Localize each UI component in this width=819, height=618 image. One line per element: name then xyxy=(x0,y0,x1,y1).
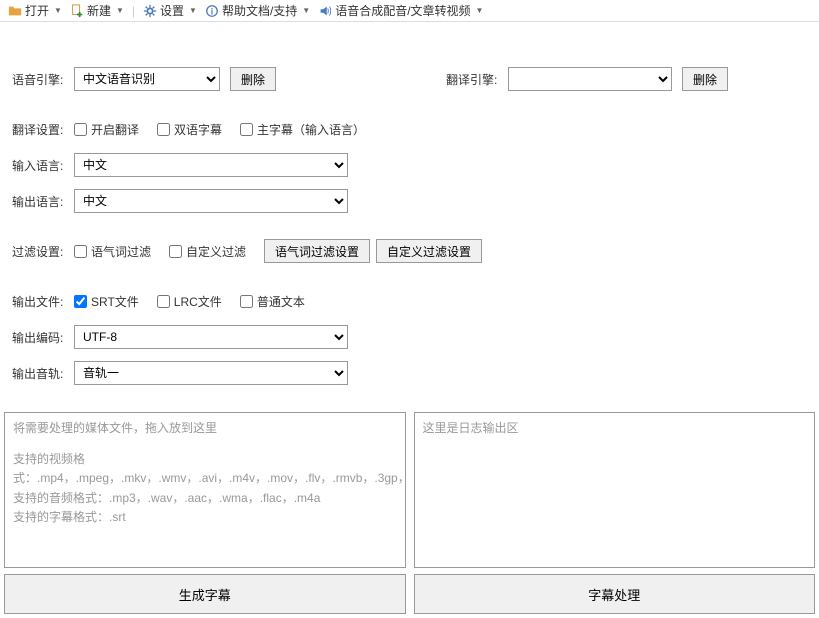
audio-formats: 支持的音频格式：.mp3，.wav，.aac，.wma，.flac，.m4a xyxy=(13,489,397,508)
toolbar-open[interactable]: 打开 ▼ xyxy=(6,2,64,19)
separator: | xyxy=(132,4,135,18)
new-file-icon xyxy=(70,4,84,18)
chevron-down-icon: ▼ xyxy=(302,6,310,15)
output-enc-select[interactable]: UTF-8 xyxy=(74,325,348,349)
subtitle-formats: 支持的字幕格式：.srt xyxy=(13,508,397,527)
voice-engine-select[interactable]: 中文语音识别 xyxy=(74,67,220,91)
modal-filter-checkbox[interactable] xyxy=(74,245,87,258)
toolbar-settings-label: 设置 xyxy=(160,2,184,19)
output-lang-label: 输出语言: xyxy=(12,193,74,210)
content-area: 语音引擎: 中文语音识别 删除 翻译引擎: 删除 翻译设置: 开启翻译 双语字幕… xyxy=(0,22,819,412)
folder-icon xyxy=(8,4,22,18)
main-sub-text: 主字幕（输入语言） xyxy=(257,121,365,138)
output-lang-select[interactable]: 中文 xyxy=(74,189,348,213)
custom-filter-checkbox-wrap[interactable]: 自定义过滤 xyxy=(169,243,246,260)
toolbar-open-label: 打开 xyxy=(25,2,49,19)
voice-engine-delete-button[interactable]: 删除 xyxy=(230,67,276,91)
translate-engine-label: 翻译引擎: xyxy=(446,71,508,88)
output-enc-label: 输出编码: xyxy=(12,329,74,346)
toolbar-settings[interactable]: 设置 ▼ xyxy=(141,2,199,19)
log-hint: 这里是日志输出区 xyxy=(423,419,807,438)
output-track-label: 输出音轨: xyxy=(12,365,74,382)
toolbar: 打开 ▼ 新建 ▼ | 设置 ▼ i 帮助文档/支持 ▼ 语音合成配音/文章转视… xyxy=(0,0,819,22)
input-lang-label: 输入语言: xyxy=(12,157,74,174)
chevron-down-icon: ▼ xyxy=(189,6,197,15)
toolbar-help-label: 帮助文档/支持 xyxy=(222,2,297,19)
chevron-down-icon: ▼ xyxy=(116,6,124,15)
bilingual-checkbox[interactable] xyxy=(157,123,170,136)
filter-label: 过滤设置: xyxy=(12,243,74,260)
panels-row: 将需要处理的媒体文件，拖入放到这里 支持的视频格式：.mp4，.mpeg，.mk… xyxy=(0,412,819,568)
srt-checkbox-wrap[interactable]: SRT文件 xyxy=(74,293,139,310)
media-drop-panel[interactable]: 将需要处理的媒体文件，拖入放到这里 支持的视频格式：.mp4，.mpeg，.mk… xyxy=(4,412,406,568)
custom-filter-checkbox[interactable] xyxy=(169,245,182,258)
toolbar-new[interactable]: 新建 ▼ xyxy=(68,2,126,19)
lrc-text: LRC文件 xyxy=(174,293,222,310)
enable-translate-checkbox[interactable] xyxy=(74,123,87,136)
bilingual-text: 双语字幕 xyxy=(174,121,222,138)
toolbar-help[interactable]: i 帮助文档/支持 ▼ xyxy=(203,2,312,19)
main-sub-checkbox-wrap[interactable]: 主字幕（输入语言） xyxy=(240,121,365,138)
drop-hint: 将需要处理的媒体文件，拖入放到这里 xyxy=(13,419,397,438)
bottom-buttons: 生成字幕 字幕处理 xyxy=(0,568,819,618)
toolbar-tts-label: 语音合成配音/文章转视频 xyxy=(335,2,470,19)
main-sub-checkbox[interactable] xyxy=(240,123,253,136)
srt-text: SRT文件 xyxy=(91,293,139,310)
toolbar-tts[interactable]: 语音合成配音/文章转视频 ▼ xyxy=(316,2,485,19)
chevron-down-icon: ▼ xyxy=(54,6,62,15)
translate-engine-select[interactable] xyxy=(508,67,672,91)
modal-filter-checkbox-wrap[interactable]: 语气词过滤 xyxy=(74,243,151,260)
video-formats: 支持的视频格式：.mp4，.mpeg，.mkv，.wmv，.avi，.m4v，.… xyxy=(13,450,397,488)
process-subtitle-button[interactable]: 字幕处理 xyxy=(414,574,816,614)
enable-translate-text: 开启翻译 xyxy=(91,121,139,138)
custom-filter-settings-button[interactable]: 自定义过滤设置 xyxy=(376,239,482,263)
translate-settings-label: 翻译设置: xyxy=(12,121,74,138)
lrc-checkbox-wrap[interactable]: LRC文件 xyxy=(157,293,222,310)
output-track-select[interactable]: 音轨一 xyxy=(74,361,348,385)
voice-engine-label: 语音引擎: xyxy=(12,71,74,88)
srt-checkbox[interactable] xyxy=(74,295,87,308)
bilingual-checkbox-wrap[interactable]: 双语字幕 xyxy=(157,121,222,138)
enable-translate-checkbox-wrap[interactable]: 开启翻译 xyxy=(74,121,139,138)
chevron-down-icon: ▼ xyxy=(476,6,484,15)
custom-filter-text: 自定义过滤 xyxy=(186,243,246,260)
info-icon: i xyxy=(205,4,219,18)
log-panel: 这里是日志输出区 xyxy=(414,412,816,568)
gear-icon xyxy=(143,4,157,18)
txt-checkbox-wrap[interactable]: 普通文本 xyxy=(240,293,305,310)
toolbar-new-label: 新建 xyxy=(87,2,111,19)
txt-text: 普通文本 xyxy=(257,293,305,310)
txt-checkbox[interactable] xyxy=(240,295,253,308)
sound-icon xyxy=(318,4,332,18)
modal-filter-text: 语气词过滤 xyxy=(91,243,151,260)
lrc-checkbox[interactable] xyxy=(157,295,170,308)
modal-filter-settings-button[interactable]: 语气词过滤设置 xyxy=(264,239,370,263)
generate-subtitle-button[interactable]: 生成字幕 xyxy=(4,574,406,614)
translate-engine-delete-button[interactable]: 删除 xyxy=(682,67,728,91)
input-lang-select[interactable]: 中文 xyxy=(74,153,348,177)
svg-text:i: i xyxy=(211,6,213,16)
output-file-label: 输出文件: xyxy=(12,293,74,310)
